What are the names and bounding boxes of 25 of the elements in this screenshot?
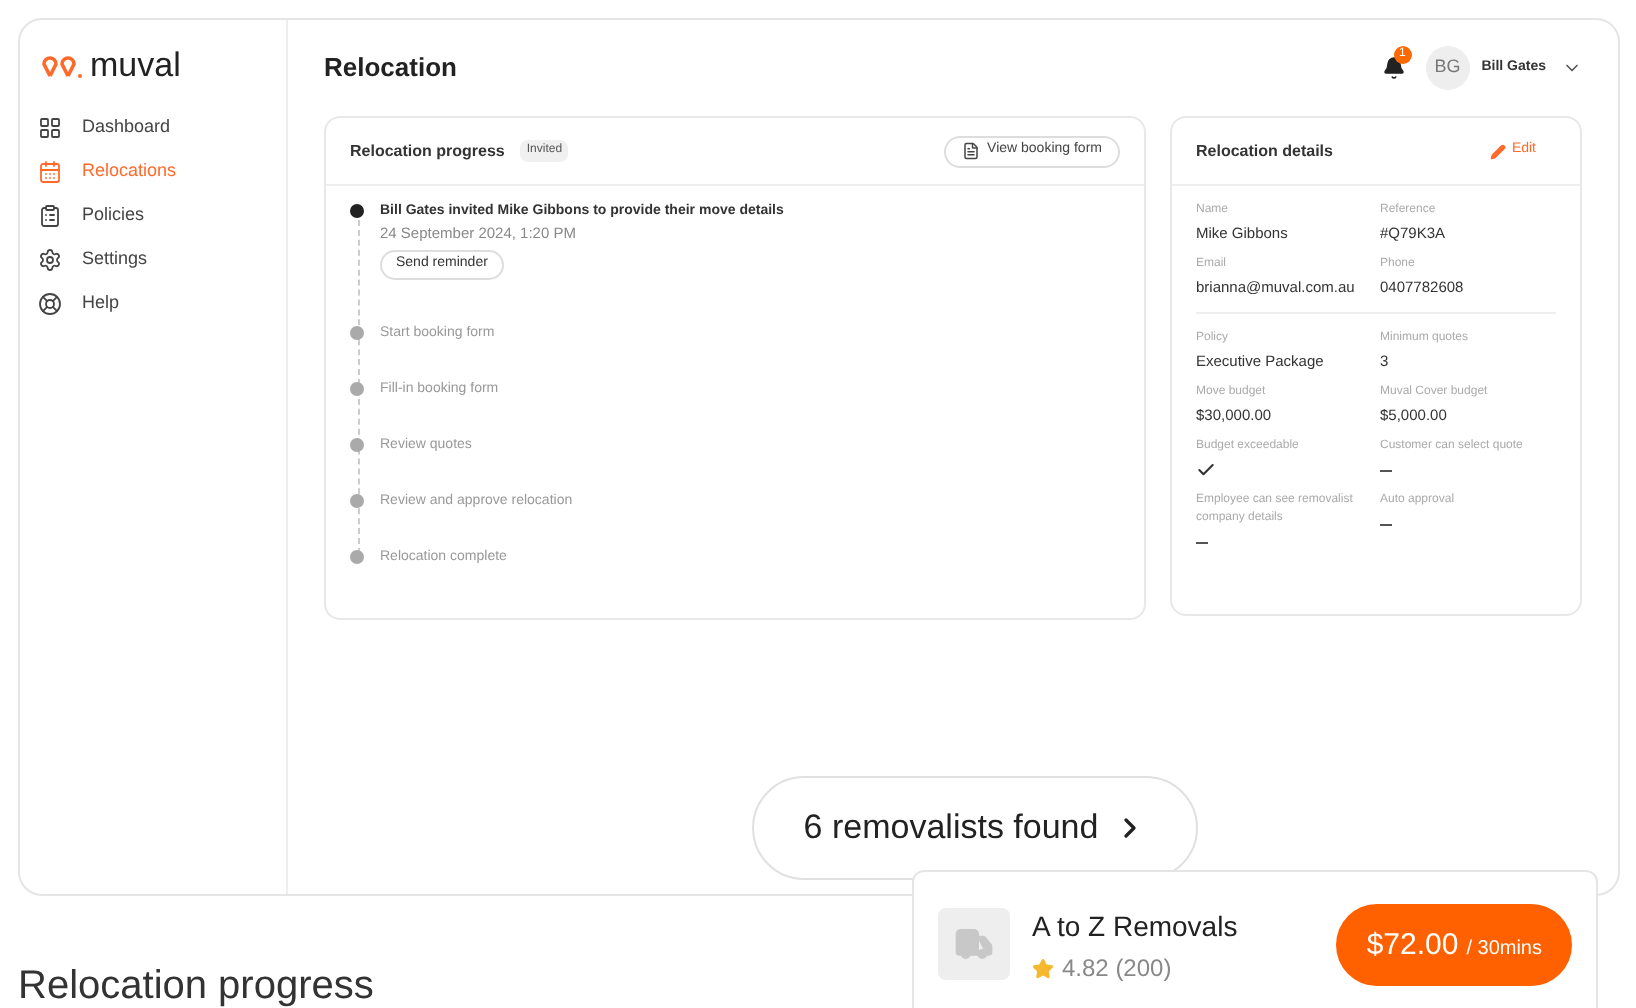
brand-name: muval [90, 48, 181, 82]
removalist-name: A to Z Removals [1032, 908, 1238, 944]
sidebar-item[interactable]: Settings [38, 244, 268, 276]
grid-icon [38, 116, 62, 140]
lifebuoy-icon [38, 292, 62, 316]
settings-icon [38, 248, 62, 272]
logo-icon [40, 51, 84, 79]
calendar-icon [38, 160, 62, 184]
star-icon [1032, 957, 1054, 979]
avatar[interactable]: BG [1425, 46, 1470, 90]
sidebar-item[interactable]: Dashboard [38, 112, 268, 144]
sidebar-item[interactable]: Policies [38, 200, 268, 232]
card-title: Relocation progress [350, 139, 505, 163]
pencil-icon [1489, 143, 1506, 159]
sidebar-item[interactable]: Help [38, 288, 268, 320]
removalist-card[interactable]: A to Z Removals 4.82 (200) $72.00 / 30mins [912, 870, 1598, 1008]
bell-icon[interactable] [1381, 56, 1406, 80]
document-icon [961, 142, 980, 160]
clipboard-icon [38, 204, 62, 228]
section-heading: Relocation progress [18, 964, 374, 1008]
card-title: Relocation details [1196, 139, 1333, 163]
rating: 4.82 (200) [1032, 950, 1238, 986]
truck-icon [954, 924, 994, 964]
removalists-found-button[interactable]: 6 removalists found [752, 776, 1198, 880]
page-title: Relocation [324, 50, 457, 87]
